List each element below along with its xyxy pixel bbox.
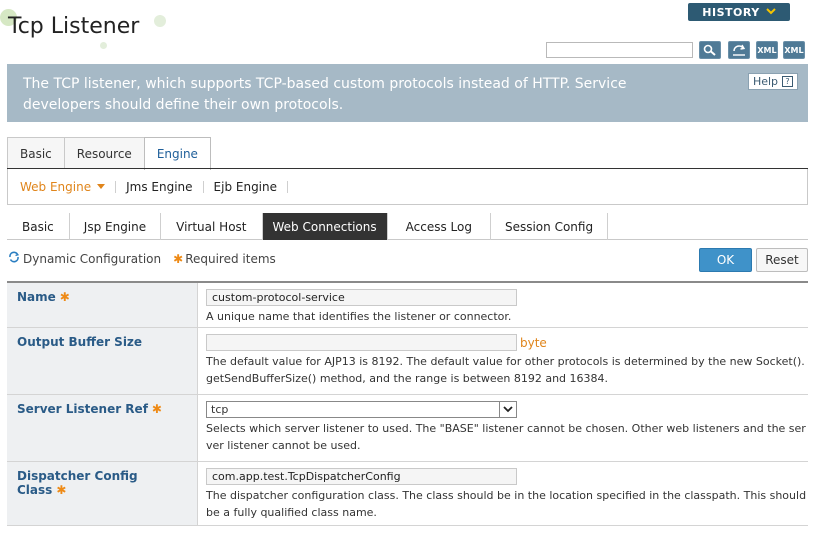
label-text: Output Buffer Size — [17, 335, 143, 349]
search-button[interactable] — [699, 41, 721, 59]
question-icon: ? — [782, 76, 794, 87]
legend: Dynamic Configuration ✱ Required items — [8, 251, 288, 266]
buffer-description: The default value for AJP13 is 8192. The… — [206, 355, 805, 385]
server-ref-description: Selects which server listener to used. T… — [206, 422, 806, 452]
magnifier-icon — [703, 44, 717, 56]
main-tabs: Basic Resource Engine — [7, 137, 211, 170]
form-row-name: Name ✱ custom-protocol-service A unique n… — [7, 283, 808, 328]
tab-session-config[interactable]: Session Config — [491, 213, 609, 240]
legend-required-label: Required items — [185, 251, 276, 266]
tab-engine[interactable]: Engine — [143, 137, 211, 170]
xml-label: XML — [784, 45, 804, 55]
subnav-jms-engine[interactable]: Jms Engine — [126, 180, 204, 193]
field-buffer: byte The default value for AJP13 is 8192… — [198, 328, 808, 394]
subnav-web-engine[interactable]: Web Engine — [20, 179, 117, 194]
label-text: Server Listener Ref — [17, 402, 148, 416]
tab-engine-basic[interactable]: Basic — [7, 213, 70, 240]
chevron-down-icon — [499, 402, 516, 417]
form-row-buffer: Output Buffer Size byte The default valu… — [7, 328, 808, 395]
legend-dynamic-label: Dynamic Configuration — [23, 251, 162, 266]
ok-button[interactable]: OK — [699, 248, 752, 272]
sync-icon — [8, 251, 23, 266]
help-button[interactable]: Help ? — [748, 73, 798, 90]
subnav-label: Web Engine — [20, 179, 92, 194]
tab-virtual-host[interactable]: Virtual Host — [161, 213, 263, 240]
form-row-dispatcher: Dispatcher Config Class ✱ com.app.test.Tc… — [7, 462, 808, 526]
field-label-name: Name ✱ — [7, 283, 198, 327]
required-star-icon: ✱ — [59, 290, 70, 304]
legend-required: ✱ Required items — [173, 252, 276, 266]
refresh-icon — [731, 44, 747, 57]
buffer-unit: byte — [520, 335, 547, 350]
label-text: Name — [17, 290, 56, 304]
server-listener-select[interactable]: tcp — [206, 401, 517, 418]
help-label: Help — [752, 75, 779, 88]
tab-web-connections[interactable]: Web Connections — [262, 213, 388, 240]
config-form: Name ✱ custom-protocol-service A unique n… — [7, 281, 808, 526]
description-banner: The TCP listener, which supports TCP-bas… — [7, 64, 808, 122]
caret-down-icon — [97, 184, 106, 189]
name-description: A unique name that identifies the listen… — [206, 310, 512, 323]
required-star-icon: ✱ — [56, 483, 67, 497]
decor-circle-2 — [154, 15, 166, 27]
dispatcher-class-input[interactable]: com.app.test.TcpDispatcherConfig — [206, 468, 517, 485]
tab-access-log[interactable]: Access Log — [388, 213, 491, 240]
tab-resource[interactable]: Resource — [63, 137, 145, 169]
banner-text: The TCP listener, which supports TCP-bas… — [23, 76, 627, 113]
import-xml-button[interactable]: XML — [783, 41, 805, 59]
field-label-server-ref: Server Listener Ref ✱ — [7, 395, 198, 461]
dispatcher-description: The dispatcher configuration class. The … — [206, 489, 807, 519]
field-label-buffer: Output Buffer Size — [7, 328, 198, 394]
field-dispatcher: com.app.test.TcpDispatcherConfig The dis… — [198, 462, 808, 525]
refresh-button[interactable] — [728, 41, 750, 59]
tab-jsp-engine[interactable]: Jsp Engine — [70, 213, 162, 240]
engine-tabs: Basic Jsp Engine Virtual Host Web Connec… — [7, 213, 808, 240]
page-title: Tcp Listener — [8, 14, 140, 39]
engine-subnav: Web Engine Jms Engine Ejb Engine — [7, 169, 808, 205]
history-label: HISTORY — [702, 5, 760, 19]
field-name: custom-protocol-service A unique name th… — [198, 283, 808, 327]
select-value: tcp — [211, 403, 229, 416]
field-label-dispatcher: Dispatcher Config Class ✱ — [7, 462, 198, 525]
field-server-ref: tcp Selects which server listener to use… — [198, 395, 808, 461]
form-row-server-ref: Server Listener Ref ✱ tcp Selects which s… — [7, 395, 808, 462]
history-button[interactable]: HISTORY — [688, 3, 790, 21]
chevron-down-icon — [765, 7, 776, 18]
buffer-size-input[interactable] — [206, 334, 517, 351]
tab-basic[interactable]: Basic — [7, 137, 65, 169]
search-input[interactable] — [546, 42, 693, 58]
xml-label: XML — [757, 45, 777, 55]
name-input[interactable]: custom-protocol-service — [206, 289, 517, 306]
legend-dynamic: Dynamic Configuration — [8, 251, 161, 266]
required-star-icon: ✱ — [151, 402, 162, 416]
label-text: Dispatcher Config Class — [17, 469, 138, 497]
decor-circle-3 — [100, 42, 107, 49]
export-xml-button[interactable]: XML — [756, 41, 778, 59]
subnav-ejb-engine[interactable]: Ejb Engine — [214, 180, 289, 193]
required-star-icon: ✱ — [173, 251, 184, 266]
reset-button[interactable]: Reset — [756, 248, 808, 272]
